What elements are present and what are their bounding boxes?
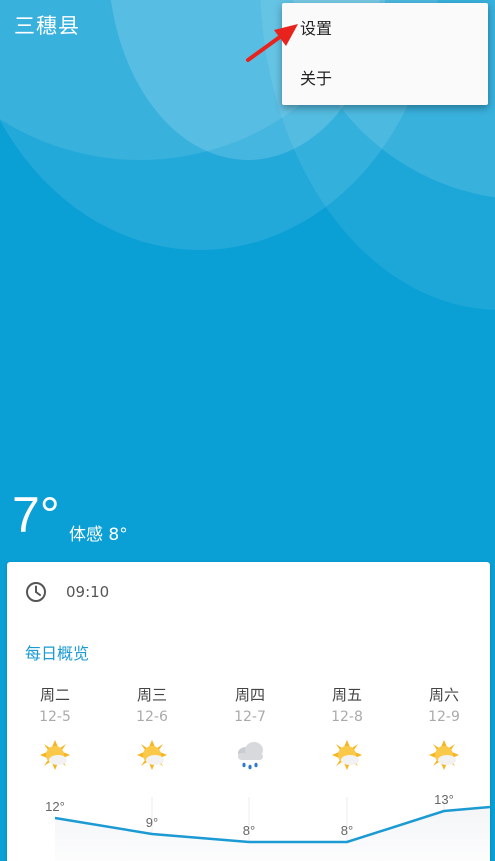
high-temp-label: 13° [434,792,454,807]
day-date: 12-6 [136,709,168,725]
day-date: 12-5 [39,709,71,725]
high-temp-label: 8° [341,823,353,838]
menu-item-about[interactable]: 关于 [282,55,488,103]
menu-item-settings[interactable]: 设置 [282,5,488,53]
day-name: 周五 [331,686,362,704]
feels-like-temperature: 体感 8° [69,525,128,545]
day-name: 周三 [136,686,167,704]
day-name: 周六 [428,686,459,704]
red-arrow-annotation [246,24,298,62]
high-temp-label: 8° [243,823,255,838]
sunny-cloud-icon [40,740,70,770]
overflow-menu: 设置 关于 [282,3,488,105]
sunny-cloud-icon [332,740,362,770]
temperature-trend-chart: 12° 9° 8° 8° 13° [45,792,490,861]
current-temperature: 7° [12,487,60,543]
update-time: 09:10 [66,583,110,601]
temperature-area [55,807,490,861]
day-name: 周二 [39,686,70,704]
sunny-cloud-icon [429,740,459,770]
sunny-cloud-icon [137,740,167,770]
forecast-card: 09:10 每日概览 周二 12-5 周三 12-6 周四 12-7 周五 12… [7,562,490,861]
day-date: 12-8 [331,709,363,725]
day-date: 12-7 [234,709,266,725]
city-title: 三穗县 [14,14,80,38]
daily-overview-title: 每日概览 [25,644,90,663]
day-name: 周四 [234,686,265,704]
high-temp-label: 12° [45,799,65,814]
day-date: 12-9 [428,709,460,725]
clock-icon [26,582,46,602]
rain-icon [238,742,263,770]
high-temp-label: 9° [146,815,158,830]
